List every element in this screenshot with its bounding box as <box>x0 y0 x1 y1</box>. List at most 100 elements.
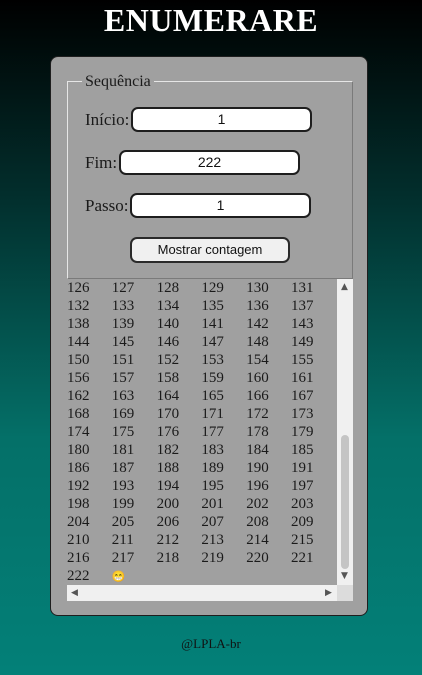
start-input[interactable]: 1 <box>131 107 312 132</box>
count-number: 213 <box>201 532 224 548</box>
count-number: 197 <box>290 478 314 494</box>
count-number: 143 <box>290 316 314 332</box>
scroll-down-icon[interactable]: ▼ <box>341 571 348 581</box>
count-number: 129 <box>201 280 224 296</box>
count-number: 136 <box>246 298 269 314</box>
footer-credit: @LPLA-br <box>181 636 241 651</box>
scroll-left-icon[interactable]: ◀ <box>71 588 78 598</box>
count-number: 140 <box>156 316 180 332</box>
count-number: 179 <box>290 424 314 440</box>
count-number: 177 <box>201 424 224 440</box>
horizontal-scrollbar[interactable]: ◀ ▶ <box>67 585 337 601</box>
count-number: 212 <box>156 532 180 548</box>
start-label: Início: <box>85 110 130 129</box>
count-number: 131 <box>290 280 314 296</box>
count-number: 208 <box>246 514 269 530</box>
count-number: 217 <box>111 550 135 566</box>
count-number: 207 <box>201 514 224 530</box>
smile-emoji-icon: 😁 <box>111 571 126 583</box>
count-number: 216 <box>67 550 90 566</box>
number-row: 186 187 188 189 190 191 <box>67 459 337 477</box>
count-number: 188 <box>156 460 180 476</box>
scroll-right-icon[interactable]: ▶ <box>325 588 332 598</box>
count-number: 176 <box>156 424 180 440</box>
page-title: ENUMERARE <box>103 2 319 38</box>
count-number: 175 <box>111 424 135 440</box>
count-number: 157 <box>111 370 135 386</box>
count-number: 192 <box>67 478 90 494</box>
count-number: 156 <box>67 370 90 386</box>
count-number: 163 <box>111 388 135 404</box>
count-number: 147 <box>201 334 224 350</box>
count-number: 182 <box>156 442 180 458</box>
number-row: 180 181 182 183 184 185 <box>67 441 337 459</box>
count-number: 165 <box>201 388 224 404</box>
number-row: 174 175 176 177 178 179 <box>67 423 337 441</box>
count-number: 174 <box>67 424 90 440</box>
vertical-scrollbar[interactable]: ▲ ▼ <box>337 279 353 585</box>
count-number: 203 <box>290 496 314 512</box>
count-number: 198 <box>67 496 90 512</box>
count-output[interactable]: 126 127 128 129 130 131 132 133 134 135 136 137 138 1… <box>67 279 353 601</box>
count-number: 200 <box>156 496 180 512</box>
show-count-button[interactable]: Mostrar contagem <box>130 237 290 263</box>
count-number: 206 <box>156 514 180 530</box>
count-numbers: 126 127 128 129 130 131 132 133 134 135 136 137 138 1… <box>67 279 337 585</box>
count-number: 154 <box>246 352 269 368</box>
count-number: 144 <box>67 334 90 350</box>
number-row: 144 145 146 147 148 149 <box>67 333 337 351</box>
count-number: 135 <box>201 298 224 314</box>
count-number: 196 <box>246 478 269 494</box>
count-number: 218 <box>156 550 180 566</box>
count-number: 167 <box>290 388 314 404</box>
number-row: 168 169 170 171 172 173 <box>67 405 337 423</box>
number-row: 126 127 128 129 130 131 <box>67 279 337 297</box>
number-row: 204 205 206 207 208 209 <box>67 513 337 531</box>
count-number: 127 <box>111 280 135 296</box>
count-number: 152 <box>156 352 180 368</box>
count-number: 183 <box>201 442 224 458</box>
count-number: 209 <box>290 514 314 530</box>
scrollbar-corner <box>337 585 353 601</box>
count-number: 194 <box>156 478 180 494</box>
number-row: 192 193 194 195 196 197 <box>67 477 337 495</box>
count-number: 199 <box>111 496 135 512</box>
count-number: 193 <box>111 478 135 494</box>
count-number: 210 <box>67 532 90 548</box>
number-row: 210 211 212 213 214 215 <box>67 531 337 549</box>
count-number: 162 <box>67 388 90 404</box>
scroll-up-icon[interactable]: ▲ <box>341 282 348 292</box>
number-row: 198 199 200 201 202 203 <box>67 495 337 513</box>
sequence-legend: Sequência <box>82 73 154 91</box>
count-number: 172 <box>246 406 269 422</box>
number-row: 222 😁 <box>67 567 337 585</box>
count-number: 170 <box>156 406 180 422</box>
vertical-scroll-thumb[interactable] <box>341 435 349 569</box>
count-number: 142 <box>246 316 269 332</box>
count-number: 211 <box>111 532 134 548</box>
count-number: 145 <box>111 334 135 350</box>
count-number: 132 <box>67 298 90 314</box>
count-number: 159 <box>201 370 224 386</box>
count-number: 222 <box>67 568 90 584</box>
count-number: 150 <box>67 352 90 368</box>
count-number: 133 <box>111 298 135 314</box>
count-number: 148 <box>246 334 269 350</box>
count-number: 190 <box>246 460 269 476</box>
count-number: 178 <box>246 424 269 440</box>
count-number: 184 <box>246 442 269 458</box>
number-row: 138 139 140 141 142 143 <box>67 315 337 333</box>
count-number: 153 <box>201 352 224 368</box>
count-number: 126 <box>67 280 90 296</box>
count-number: 201 <box>201 496 224 512</box>
count-number: 166 <box>246 388 269 404</box>
count-number: 168 <box>67 406 90 422</box>
count-number: 181 <box>111 442 135 458</box>
number-row: 150 151 152 153 154 155 <box>67 351 337 369</box>
count-number: 220 <box>246 550 269 566</box>
step-input[interactable]: 1 <box>130 193 311 218</box>
count-number: 164 <box>156 388 180 404</box>
count-number: 202 <box>246 496 269 512</box>
end-input[interactable]: 222 <box>119 150 300 175</box>
count-number: 214 <box>246 532 269 548</box>
